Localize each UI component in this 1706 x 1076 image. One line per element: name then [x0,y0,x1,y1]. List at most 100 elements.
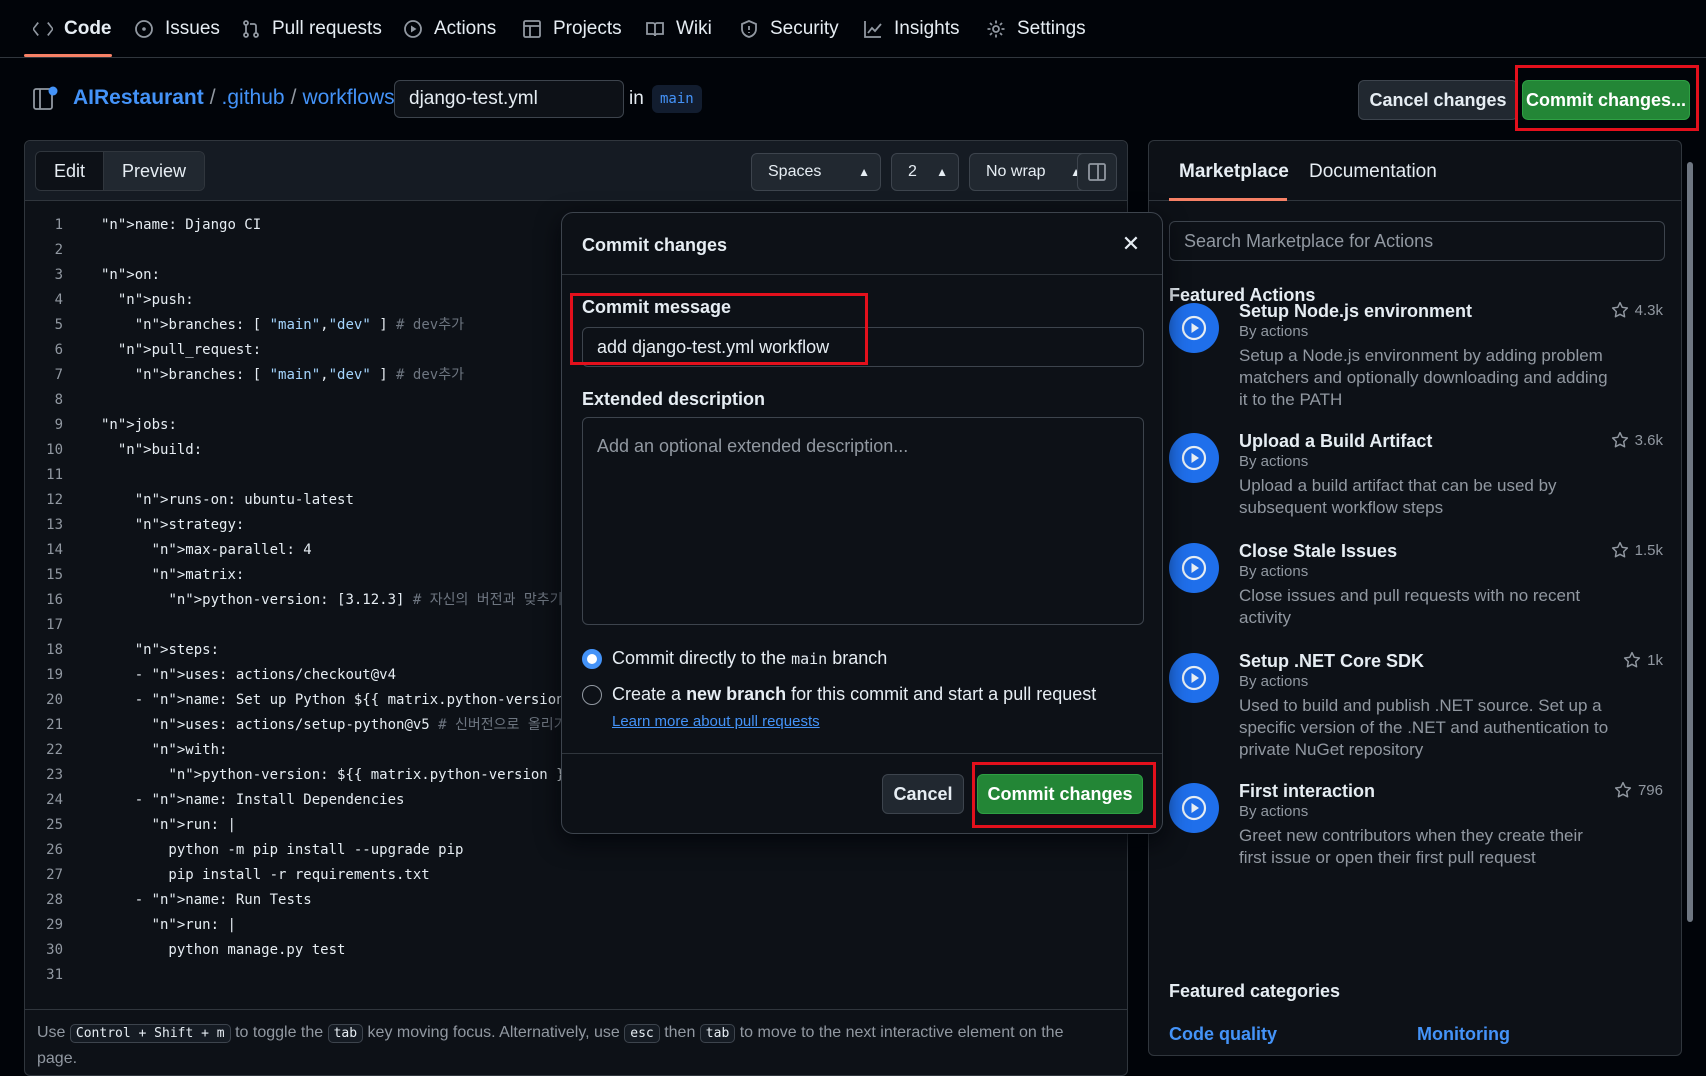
new-branch-radio[interactable] [582,685,602,705]
action-title[interactable]: Close Stale Issues [1239,541,1397,562]
category-link[interactable]: Code quality [1169,1024,1277,1045]
new-branch-option[interactable]: Create a new branch for this commit and … [612,681,1132,735]
line-number: 5 [54,317,63,333]
kbd-esc: esc [624,1024,660,1043]
tab-security-label: Security [770,18,839,39]
action-description: Close issues and pull requests with no r… [1239,586,1581,627]
star-count: 1.5k [1634,541,1663,559]
action-description: Greet new contributors when they create … [1239,826,1583,867]
line-number: 26 [46,842,63,858]
tab-actions[interactable]: Actions [402,0,496,58]
star-icon [1611,301,1628,318]
code-text: "n">steps: [134,642,220,658]
line-number: 15 [46,567,63,583]
action-author: By actions [1239,453,1309,470]
line-number: 27 [46,867,63,883]
breadcrumb-repo-link[interactable]: AIRestaurant [73,86,204,110]
tab-insights[interactable]: Insights [862,0,959,58]
select-caret-icon: ▲ [858,165,870,179]
tab-wiki[interactable]: Wiki [644,0,712,58]
star-icon [1611,431,1628,448]
action-play-icon [1169,433,1219,483]
line-number: 13 [46,517,63,533]
line-number: 6 [54,342,63,358]
code-text: "n">branches: [ "main","dev" ] # dev추가 [134,367,464,383]
breadcrumb-workflows-link[interactable]: workflows [302,86,394,110]
action-play-icon [1169,653,1219,703]
category-link[interactable]: Monitoring [1417,1024,1510,1045]
indent-size-select[interactable]: 2 ▲ [891,153,959,191]
line-number: 3 [54,267,63,283]
split-view-button[interactable] [1077,153,1117,191]
learn-more-link[interactable]: Learn more about pull requests [612,713,820,730]
tab-marketplace[interactable]: Marketplace [1179,161,1289,183]
code-text: "n">pull_request: [117,342,262,358]
close-icon[interactable]: ✕ [1118,231,1144,257]
line-number: 30 [46,942,63,958]
action-title[interactable]: Setup Node.js environment [1239,301,1472,322]
tab-code[interactable]: Code [32,0,112,58]
action-title[interactable]: Upload a Build Artifact [1239,431,1432,452]
tab-settings[interactable]: Settings [985,0,1086,58]
code-text: "n">run: | [151,817,236,833]
code-text: - "n">name: Set up Python ${{ matrix.pyt… [101,692,590,708]
tab-actions-label: Actions [434,18,497,39]
tab-issues[interactable]: Issues [133,0,220,58]
play-icon [402,18,424,40]
cancel-button[interactable]: Cancel [882,774,964,814]
indent-mode-select[interactable]: Spaces ▲ [751,153,881,191]
commit-message-label: Commit message [582,297,732,317]
tab-documentation[interactable]: Documentation [1309,161,1437,183]
editor-toolbar: Edit Preview Spaces ▲ 2 ▲ No wrap ▲ [25,141,1127,201]
code-text: "n">build: [117,442,203,458]
tab-insights-label: Insights [894,18,960,39]
commit-direct-option[interactable]: Commit directly to the main branch [612,645,887,672]
breadcrumb-github-link[interactable]: .github [222,86,285,110]
action-play-icon [1169,783,1219,833]
code-text: "n">with: [151,742,228,758]
commit-direct-radio[interactable] [582,649,602,669]
option-text: branch [832,648,888,668]
code-text: "n">push: [117,292,194,308]
tab-pull-requests[interactable]: Pull requests [240,0,382,58]
line-number: 21 [46,717,63,733]
marketplace-search-input[interactable]: Search Marketplace for Actions [1169,221,1665,261]
dialog-header: Commit changes ✕ [562,213,1162,275]
gear-icon [985,18,1007,40]
scrollbar-thumb[interactable] [1687,162,1693,922]
line-number: 22 [46,742,63,758]
line-number: 25 [46,817,63,833]
line-number: 24 [46,792,63,808]
line-number: 4 [54,292,63,308]
tab-projects[interactable]: Projects [521,0,622,58]
tab-edit[interactable]: Edit [36,152,105,190]
code-text: "n">runs-on: ubuntu-latest [134,492,354,508]
action-stars: 1.5k [1611,541,1663,559]
action-title[interactable]: Setup .NET Core SDK [1239,651,1424,672]
commit-changes-dialog: Commit changes ✕ Commit message add djan… [561,212,1163,834]
file-panel-toggle-icon[interactable] [32,86,58,112]
commit-changes-button[interactable]: Commit changes [977,774,1143,814]
commit-changes-header-button[interactable]: Commit changes... [1522,80,1690,120]
action-title[interactable]: First interaction [1239,781,1375,802]
action-play-icon [1169,303,1219,353]
cancel-changes-button[interactable]: Cancel changes [1358,80,1518,120]
filename-input[interactable]: django-test.yml [394,80,624,118]
line-number: 16 [46,592,63,608]
action-author: By actions [1239,673,1309,690]
breadcrumb: AIRestaurant / .github / workflows / [73,86,412,110]
wrap-mode-select[interactable]: No wrap ▲ [969,153,1093,191]
issue-icon [133,18,155,40]
tab-preview[interactable]: Preview [104,152,205,190]
in-label: in [629,88,644,109]
tab-security[interactable]: Security [738,0,839,58]
code-text: "n">run: | [151,917,236,933]
code-text: - "n">name: Install Dependencies [101,792,405,808]
action-description: Setup a Node.js environment by adding pr… [1239,346,1608,409]
hint-text: page. [37,1050,78,1067]
commit-message-input[interactable]: add django-test.yml workflow [582,327,1144,367]
tab-projects-label: Projects [553,18,622,39]
sidebar-scrollbar[interactable] [1684,152,1696,1052]
extended-description-textarea[interactable]: Add an optional extended description... [582,417,1144,625]
code-text: - "n">name: Run Tests [101,892,312,908]
